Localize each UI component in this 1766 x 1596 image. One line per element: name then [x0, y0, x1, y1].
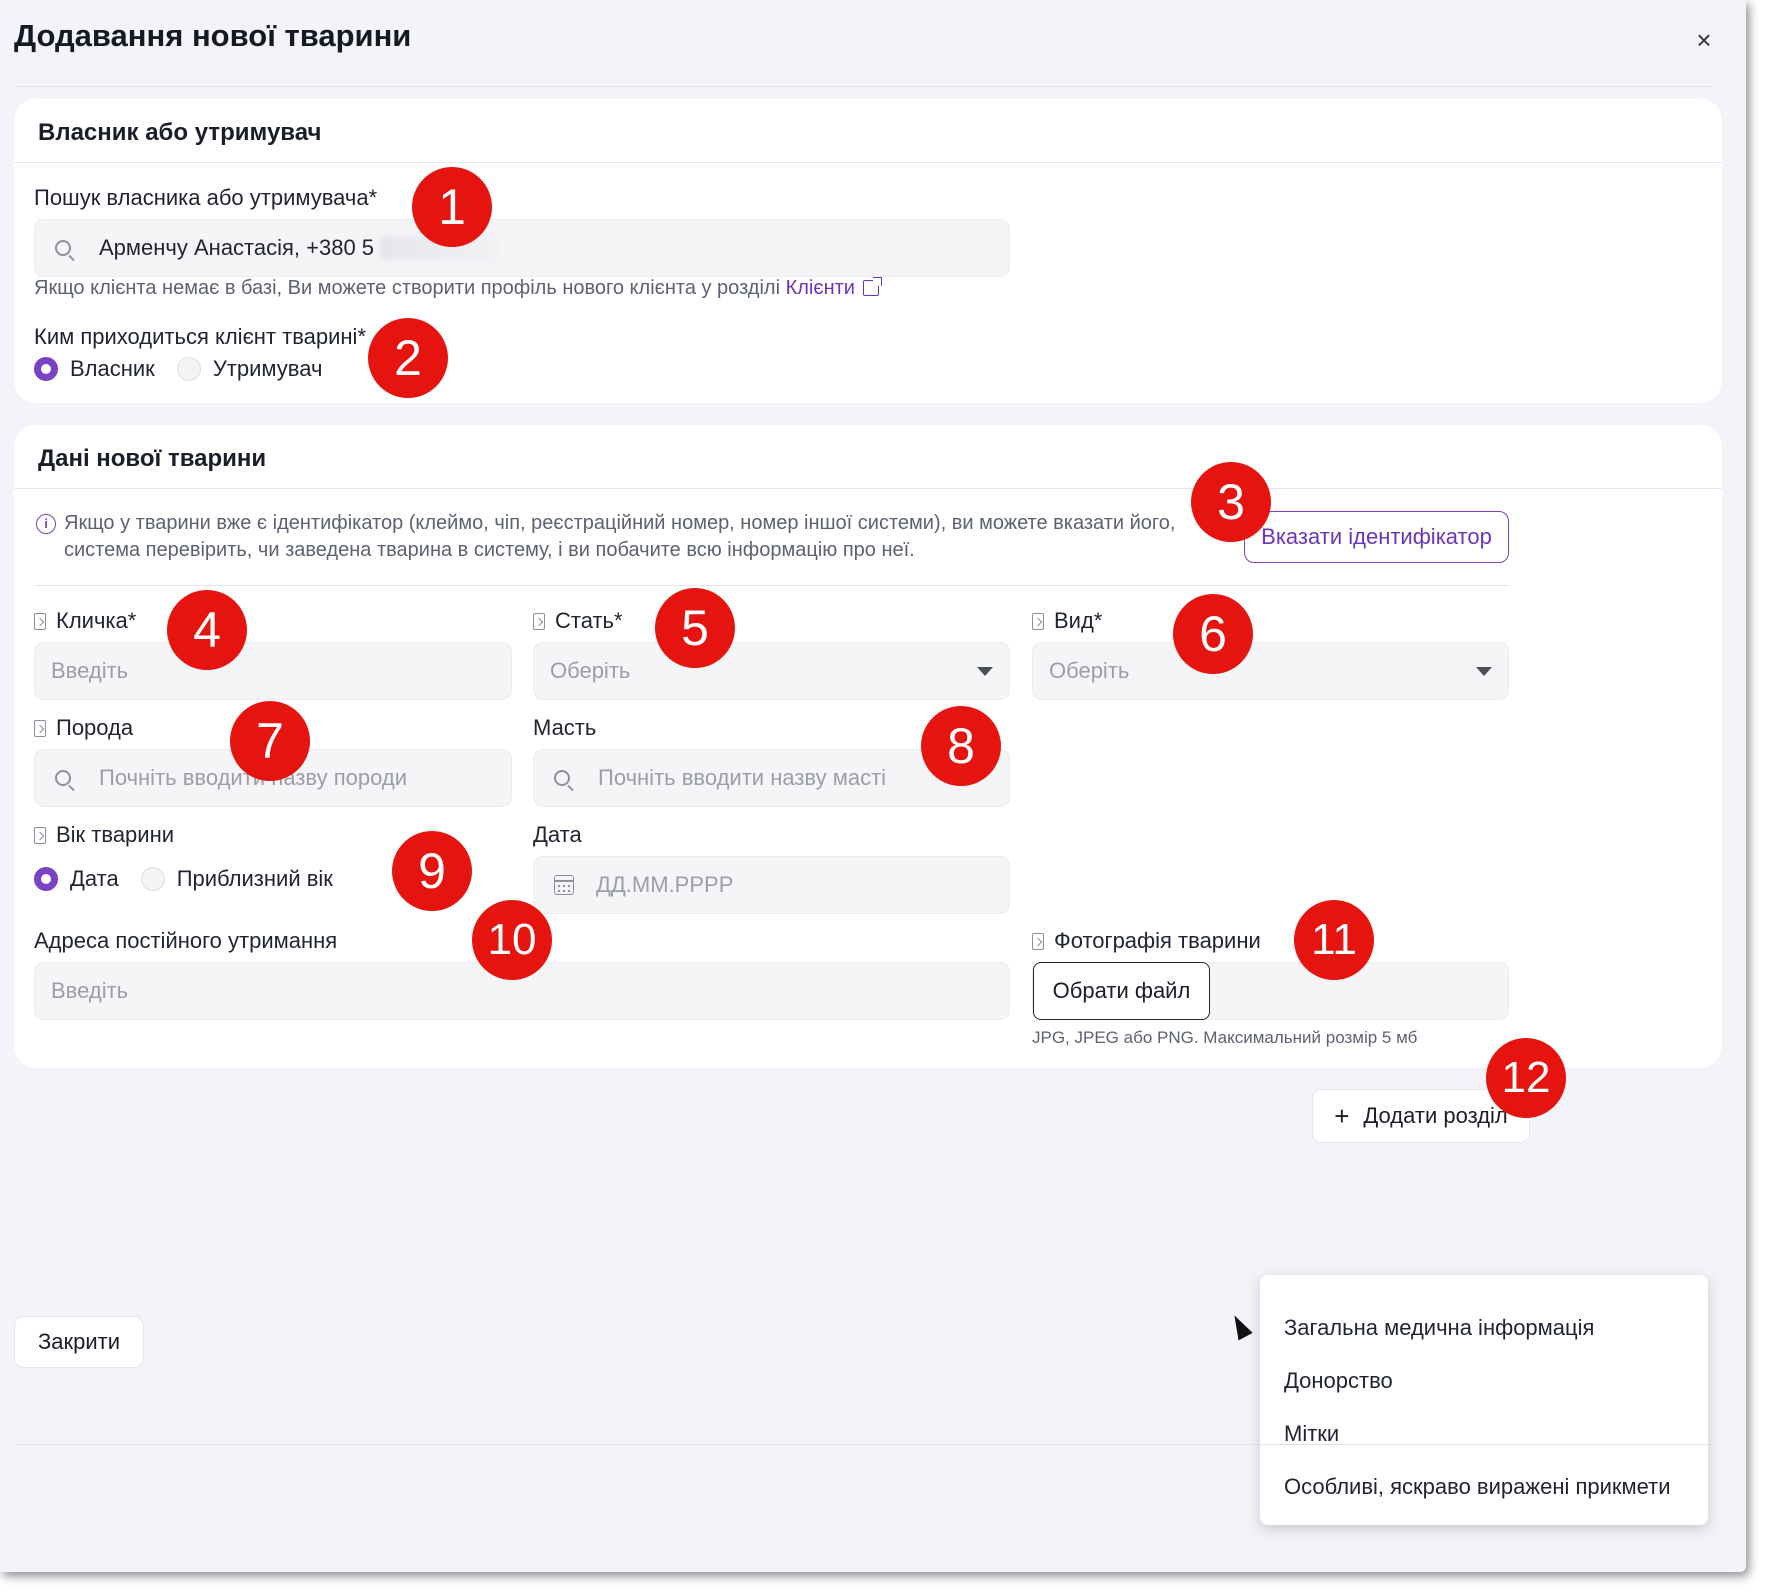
owner-hint-text: Якщо клієнта немає в базі, Ви можете ств… [34, 277, 786, 299]
field-flag-icon [1032, 933, 1044, 950]
radio-owner-label: Власник [70, 356, 155, 381]
specify-identifier-button[interactable]: Вказати ідентифікатор [1244, 511, 1509, 563]
species-select[interactable]: Оберіть [1032, 642, 1509, 700]
close-icon[interactable]: × [1690, 26, 1718, 54]
close-button[interactable]: Закрити [14, 1316, 144, 1368]
radio-owner[interactable] [34, 357, 58, 381]
clients-link[interactable]: Клієнти [786, 277, 855, 299]
address-label: Адреса постійного утримання [34, 928, 338, 953]
date-input[interactable]: ДД.ММ.РРРР [533, 856, 1010, 914]
annotation-marker-4: 4 [167, 590, 247, 670]
owner-search-input[interactable]: Арменчу Анастасія, +380 5 [34, 219, 1010, 277]
annotation-marker-3: 3 [1191, 462, 1271, 542]
age-radio-group: Дата Приблизний вік [34, 866, 355, 892]
age-label: Вік тварини [34, 822, 174, 848]
annotation-marker-11: 11 [1294, 900, 1374, 980]
menu-item-medical[interactable]: Загальна медична інформація [1284, 1315, 1594, 1341]
owner-card: Власник або утримувач Пошук власника або… [14, 99, 1722, 403]
identifier-info-line1: Якщо у тварини вже є ідентифікатор (клей… [64, 512, 1176, 534]
name-label: Кличка* [34, 608, 136, 634]
relation-label: Ким приходиться клієнт тварині* [34, 324, 367, 349]
dialog-title: Додавання нової тварини [14, 18, 412, 53]
owner-hint: Якщо клієнта немає в базі, Ви можете ств… [34, 277, 882, 300]
menu-item-donorship[interactable]: Донорство [1284, 1368, 1393, 1394]
animal-section-title: Дані нової тварини [38, 445, 267, 472]
name-input[interactable]: Введіть [34, 642, 512, 700]
field-flag-icon [34, 720, 46, 737]
annotation-marker-1: 1 [412, 167, 492, 247]
identifier-divider [34, 585, 1510, 586]
identifier-info-line2: система перевірить, чи заведена тварина … [64, 539, 915, 561]
radio-age-date-label: Дата [70, 866, 119, 891]
search-icon [554, 770, 570, 786]
mouse-cursor-icon [1227, 1311, 1253, 1341]
add-section-menu: Загальна медична інформація Донорство Мі… [1260, 1275, 1708, 1525]
owner-search-label: Пошук власника або утримувача* [34, 185, 378, 210]
info-icon: i [36, 514, 56, 534]
owner-divider [14, 162, 1722, 163]
annotation-marker-6: 6 [1173, 594, 1253, 674]
calendar-icon [554, 875, 574, 895]
menu-item-features[interactable]: Особливі, яскраво виражені прикмети [1284, 1474, 1671, 1500]
radio-keeper[interactable] [176, 357, 201, 381]
annotation-marker-7: 7 [230, 701, 310, 781]
search-icon [55, 240, 71, 256]
radio-age-approx-label: Приблизний вік [176, 866, 333, 891]
species-label: Вид* [1032, 608, 1102, 634]
breed-label: Порода [34, 715, 133, 741]
choose-file-button[interactable]: Обрати файл [1033, 962, 1210, 1020]
field-flag-icon [34, 827, 46, 844]
annotation-marker-2: 2 [368, 318, 448, 398]
identifier-info: Якщо у тварини вже є ідентифікатор (клей… [64, 510, 1214, 564]
external-link-icon[interactable] [862, 277, 882, 296]
photo-hint: JPG, JPEG або PNG. Максимальний розмір 5… [1032, 1028, 1418, 1047]
chevron-down-icon [977, 667, 993, 676]
animal-divider [14, 488, 1722, 489]
title-divider [14, 86, 1714, 87]
footer-divider [14, 1444, 1714, 1445]
radio-age-approx[interactable] [140, 867, 165, 891]
plus-icon: + [1334, 1100, 1350, 1131]
annotation-marker-12: 12 [1486, 1038, 1566, 1118]
date-label: Дата [533, 822, 582, 847]
annotation-marker-10: 10 [472, 900, 552, 980]
sex-select[interactable]: Оберіть [533, 642, 1010, 700]
radio-keeper-label: Утримувач [212, 356, 323, 381]
sex-label: Стать* [533, 608, 623, 634]
radio-age-date[interactable] [34, 867, 58, 891]
annotation-marker-5: 5 [655, 588, 735, 668]
photo-file-input: Обрати файл [1032, 962, 1509, 1020]
photo-label: Фотографія тварини [1032, 928, 1261, 954]
field-flag-icon [34, 613, 46, 630]
owner-search-value: Арменчу Анастасія, +380 5 [99, 235, 375, 260]
relation-radio-group: Власник Утримувач [34, 356, 344, 382]
search-icon [55, 770, 71, 786]
color-label: Масть [533, 715, 597, 740]
field-flag-icon [1032, 613, 1044, 630]
annotation-marker-9: 9 [392, 831, 472, 911]
annotation-marker-8: 8 [921, 706, 1001, 786]
owner-section-title: Власник або утримувач [38, 119, 322, 146]
field-flag-icon [533, 613, 545, 630]
chevron-down-icon [1476, 667, 1492, 676]
add-animal-dialog: Додавання нової тварини × Власник або ут… [0, 0, 1746, 1572]
